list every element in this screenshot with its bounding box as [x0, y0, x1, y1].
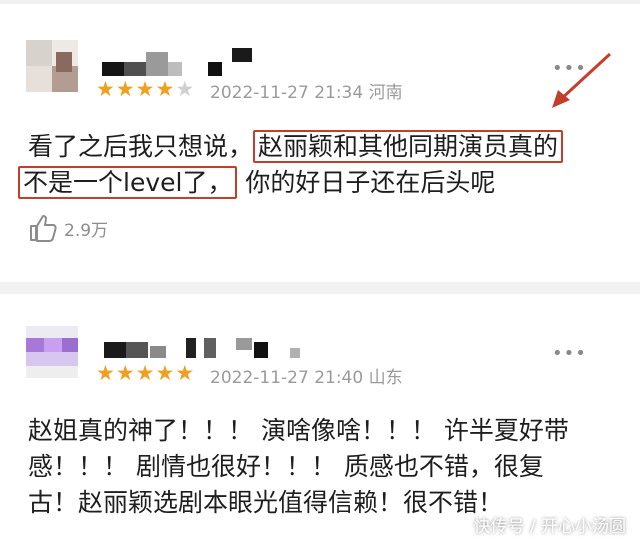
comment-text-line-3: 古！赵丽颖选剧本眼光值得信赖！很不错！ — [28, 488, 504, 517]
comment-date: 2022-11-27 21:40 — [210, 368, 364, 388]
thumbs-up-icon — [30, 215, 57, 242]
comment-text-line-2: 感！！！ 剧情也很好！！！ 质感也不错，很复 — [28, 452, 544, 481]
rating-stars: ★ ★ ★ ★ ★ — [96, 78, 194, 100]
comment-location: 山东 — [368, 368, 403, 388]
comment-location: 河南 — [368, 83, 403, 103]
star-icon: ★ — [155, 77, 175, 101]
annotation-arrow-icon — [552, 52, 612, 108]
like-button[interactable]: 2.9万 — [28, 214, 108, 242]
star-icon: ★ — [135, 77, 155, 101]
more-dots-icon[interactable]: ••• — [552, 343, 587, 364]
star-icon: ★ — [96, 361, 115, 385]
comment-text-plain: 看了之后我只想说， — [28, 132, 254, 161]
comment-text-line-1: 看了之后我只想说， 赵丽颖和其他同期演员真的 — [28, 130, 564, 164]
like-count: 2.9万 — [64, 220, 109, 241]
star-icon: ★ — [175, 77, 195, 101]
comment-text-line-2: 不是一个level了， 你的好日子还在后头呢 — [18, 166, 495, 200]
top-divider — [0, 0, 640, 4]
highlight-box: 不是一个level了， — [18, 166, 238, 199]
star-icon: ★ — [175, 361, 195, 385]
star-icon: ★ — [115, 77, 135, 101]
rating-stars: ★ ★ ★ ★ ★ — [96, 362, 194, 384]
star-icon: ★ — [135, 361, 155, 385]
star-icon: ★ — [155, 361, 175, 385]
avatar[interactable] — [26, 40, 78, 92]
avatar[interactable] — [26, 326, 78, 378]
star-icon: ★ — [115, 361, 135, 385]
watermark: 快传号 / 开心小汤圆 — [473, 517, 626, 537]
highlight-box: 赵丽颖和其他同期演员真的 — [253, 130, 564, 163]
comment-text-line-1: 赵姐真的神了！！！ 演啥像啥！！！ 许半夏好带 — [28, 416, 569, 445]
comment-meta: 2022-11-27 21:40 山东 — [210, 363, 403, 388]
comment-date: 2022-11-27 21:34 — [210, 83, 364, 103]
comment-text-plain: 你的好日子还在后头呢 — [245, 168, 496, 197]
comment-divider — [0, 282, 640, 294]
comment-meta: 2022-11-27 21:34 河南 — [210, 78, 403, 103]
star-icon: ★ — [96, 77, 115, 101]
